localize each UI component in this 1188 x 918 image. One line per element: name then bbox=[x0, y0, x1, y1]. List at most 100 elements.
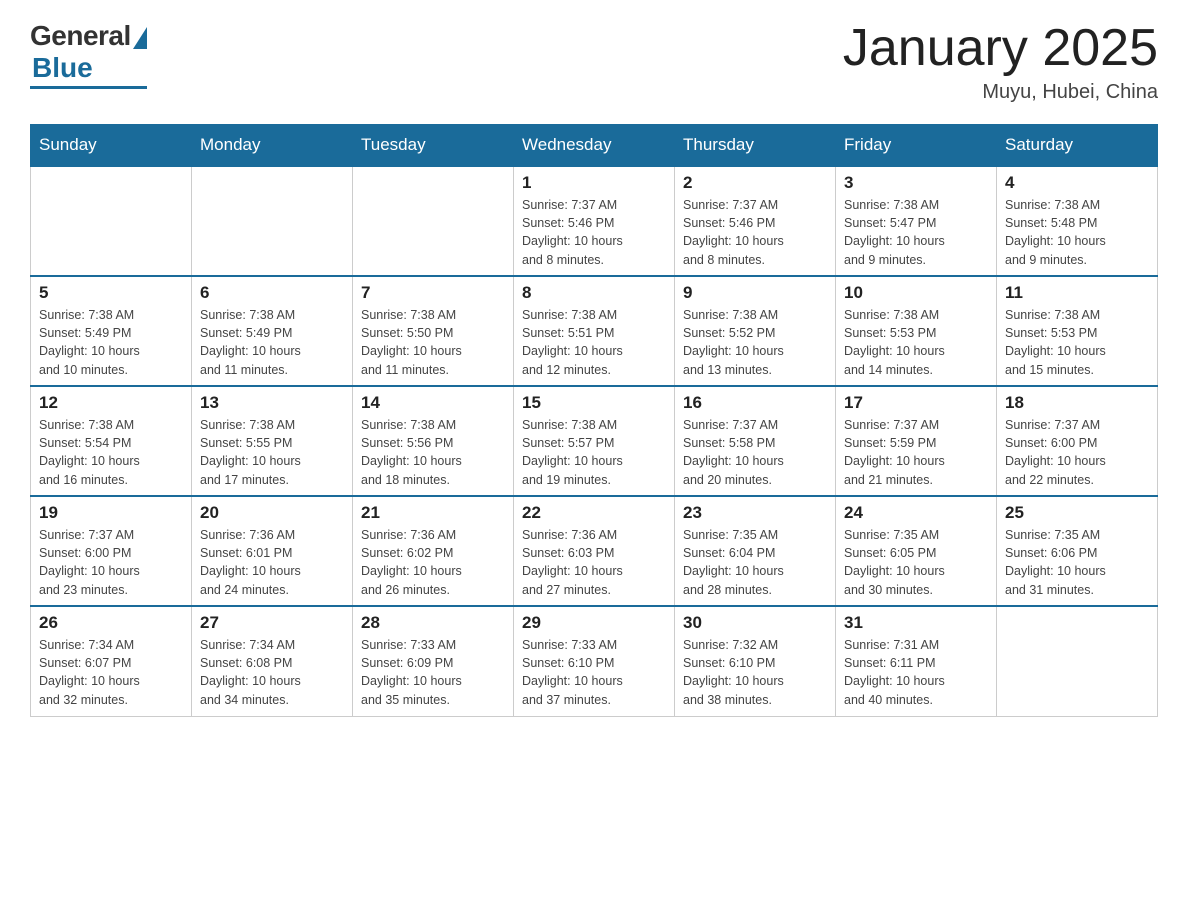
day-number: 2 bbox=[683, 173, 827, 193]
logo-blue-text: Blue bbox=[32, 52, 93, 84]
day-info: Sunrise: 7:38 AM Sunset: 5:51 PM Dayligh… bbox=[522, 306, 666, 379]
calendar-cell: 14Sunrise: 7:38 AM Sunset: 5:56 PM Dayli… bbox=[353, 386, 514, 496]
weekday-header: Wednesday bbox=[514, 125, 675, 167]
day-info: Sunrise: 7:34 AM Sunset: 6:08 PM Dayligh… bbox=[200, 636, 344, 709]
calendar-cell: 17Sunrise: 7:37 AM Sunset: 5:59 PM Dayli… bbox=[836, 386, 997, 496]
day-number: 31 bbox=[844, 613, 988, 633]
day-number: 15 bbox=[522, 393, 666, 413]
weekday-header: Monday bbox=[192, 125, 353, 167]
day-info: Sunrise: 7:31 AM Sunset: 6:11 PM Dayligh… bbox=[844, 636, 988, 709]
day-number: 4 bbox=[1005, 173, 1149, 193]
calendar-cell bbox=[353, 166, 514, 276]
day-number: 27 bbox=[200, 613, 344, 633]
calendar-cell: 18 Sunrise: 7:37 AM Sunset: 6:00 PM Dayli… bbox=[997, 386, 1158, 496]
day-number: 23 bbox=[683, 503, 827, 523]
month-title: January 2025 bbox=[843, 20, 1158, 77]
weekday-header: Sunday bbox=[31, 125, 192, 167]
day-number: 30 bbox=[683, 613, 827, 633]
calendar-cell: 5Sunrise: 7:38 AM Sunset: 5:49 PM Daylig… bbox=[31, 276, 192, 386]
calendar-row: 19 Sunrise: 7:37 AM Sunset: 6:00 PM Dayli… bbox=[31, 496, 1158, 606]
weekday-header: Friday bbox=[836, 125, 997, 167]
page-header: General Blue January 2025 Muyu, Hubei, C… bbox=[30, 20, 1158, 104]
calendar-cell: 30 Sunrise: 7:32 AM Sunset: 6:10 PM Dayli… bbox=[675, 606, 836, 716]
day-number: 7 bbox=[361, 283, 505, 303]
calendar-cell: 31 Sunrise: 7:31 AM Sunset: 6:11 PM Dayli… bbox=[836, 606, 997, 716]
day-number: 6 bbox=[200, 283, 344, 303]
day-info: Sunrise: 7:35 AM Sunset: 6:06 PM Dayligh… bbox=[1005, 526, 1149, 599]
calendar-cell: 23 Sunrise: 7:35 AM Sunset: 6:04 PM Dayli… bbox=[675, 496, 836, 606]
day-info: Sunrise: 7:37 AM Sunset: 5:58 PM Dayligh… bbox=[683, 416, 827, 489]
calendar-cell: 3 Sunrise: 7:38 AM Sunset: 5:47 PM Daylig… bbox=[836, 166, 997, 276]
calendar-cell: 11Sunrise: 7:38 AM Sunset: 5:53 PM Dayli… bbox=[997, 276, 1158, 386]
day-number: 22 bbox=[522, 503, 666, 523]
day-info: Sunrise: 7:36 AM Sunset: 6:02 PM Dayligh… bbox=[361, 526, 505, 599]
day-info: Sunrise: 7:38 AM Sunset: 5:50 PM Dayligh… bbox=[361, 306, 505, 379]
calendar-cell: 12 Sunrise: 7:38 AM Sunset: 5:54 PM Dayli… bbox=[31, 386, 192, 496]
calendar-cell bbox=[31, 166, 192, 276]
calendar-cell: 27 Sunrise: 7:34 AM Sunset: 6:08 PM Dayli… bbox=[192, 606, 353, 716]
day-number: 13 bbox=[200, 393, 344, 413]
day-info: Sunrise: 7:32 AM Sunset: 6:10 PM Dayligh… bbox=[683, 636, 827, 709]
calendar-cell: 24Sunrise: 7:35 AM Sunset: 6:05 PM Dayli… bbox=[836, 496, 997, 606]
day-number: 3 bbox=[844, 173, 988, 193]
day-number: 10 bbox=[844, 283, 988, 303]
day-info: Sunrise: 7:33 AM Sunset: 6:09 PM Dayligh… bbox=[361, 636, 505, 709]
day-info: Sunrise: 7:38 AM Sunset: 5:49 PM Dayligh… bbox=[200, 306, 344, 379]
calendar-cell: 4 Sunrise: 7:38 AM Sunset: 5:48 PM Daylig… bbox=[997, 166, 1158, 276]
day-info: Sunrise: 7:36 AM Sunset: 6:03 PM Dayligh… bbox=[522, 526, 666, 599]
location-text: Muyu, Hubei, China bbox=[843, 81, 1158, 104]
day-info: Sunrise: 7:35 AM Sunset: 6:05 PM Dayligh… bbox=[844, 526, 988, 599]
calendar-cell: 2Sunrise: 7:37 AM Sunset: 5:46 PM Daylig… bbox=[675, 166, 836, 276]
calendar-cell: 16 Sunrise: 7:37 AM Sunset: 5:58 PM Dayli… bbox=[675, 386, 836, 496]
day-info: Sunrise: 7:37 AM Sunset: 6:00 PM Dayligh… bbox=[1005, 416, 1149, 489]
weekday-header: Saturday bbox=[997, 125, 1158, 167]
day-number: 17 bbox=[844, 393, 988, 413]
calendar-row: 5Sunrise: 7:38 AM Sunset: 5:49 PM Daylig… bbox=[31, 276, 1158, 386]
calendar-cell: 7 Sunrise: 7:38 AM Sunset: 5:50 PM Daylig… bbox=[353, 276, 514, 386]
day-number: 29 bbox=[522, 613, 666, 633]
calendar-cell: 22 Sunrise: 7:36 AM Sunset: 6:03 PM Dayli… bbox=[514, 496, 675, 606]
day-info: Sunrise: 7:38 AM Sunset: 5:57 PM Dayligh… bbox=[522, 416, 666, 489]
calendar-cell: 10 Sunrise: 7:38 AM Sunset: 5:53 PM Dayli… bbox=[836, 276, 997, 386]
calendar-cell bbox=[997, 606, 1158, 716]
calendar-cell: 29 Sunrise: 7:33 AM Sunset: 6:10 PM Dayli… bbox=[514, 606, 675, 716]
day-number: 1 bbox=[522, 173, 666, 193]
day-number: 19 bbox=[39, 503, 183, 523]
day-info: Sunrise: 7:38 AM Sunset: 5:48 PM Dayligh… bbox=[1005, 196, 1149, 269]
logo-general-text: General bbox=[30, 20, 131, 52]
day-number: 16 bbox=[683, 393, 827, 413]
day-info: Sunrise: 7:35 AM Sunset: 6:04 PM Dayligh… bbox=[683, 526, 827, 599]
calendar-row: 12 Sunrise: 7:38 AM Sunset: 5:54 PM Dayli… bbox=[31, 386, 1158, 496]
day-number: 14 bbox=[361, 393, 505, 413]
calendar-cell: 15 Sunrise: 7:38 AM Sunset: 5:57 PM Dayli… bbox=[514, 386, 675, 496]
day-info: Sunrise: 7:38 AM Sunset: 5:47 PM Dayligh… bbox=[844, 196, 988, 269]
calendar-cell: 19 Sunrise: 7:37 AM Sunset: 6:00 PM Dayli… bbox=[31, 496, 192, 606]
day-number: 21 bbox=[361, 503, 505, 523]
day-number: 20 bbox=[200, 503, 344, 523]
day-number: 26 bbox=[39, 613, 183, 633]
calendar-cell: 20 Sunrise: 7:36 AM Sunset: 6:01 PM Dayli… bbox=[192, 496, 353, 606]
calendar-table: SundayMondayTuesdayWednesdayThursdayFrid… bbox=[30, 124, 1158, 717]
day-info: Sunrise: 7:38 AM Sunset: 5:53 PM Dayligh… bbox=[844, 306, 988, 379]
day-info: Sunrise: 7:38 AM Sunset: 5:54 PM Dayligh… bbox=[39, 416, 183, 489]
day-info: Sunrise: 7:38 AM Sunset: 5:52 PM Dayligh… bbox=[683, 306, 827, 379]
logo-underline bbox=[30, 86, 147, 89]
day-info: Sunrise: 7:38 AM Sunset: 5:49 PM Dayligh… bbox=[39, 306, 183, 379]
day-info: Sunrise: 7:38 AM Sunset: 5:53 PM Dayligh… bbox=[1005, 306, 1149, 379]
calendar-cell: 6 Sunrise: 7:38 AM Sunset: 5:49 PM Daylig… bbox=[192, 276, 353, 386]
day-info: Sunrise: 7:36 AM Sunset: 6:01 PM Dayligh… bbox=[200, 526, 344, 599]
calendar-header: SundayMondayTuesdayWednesdayThursdayFrid… bbox=[31, 125, 1158, 167]
day-info: Sunrise: 7:37 AM Sunset: 6:00 PM Dayligh… bbox=[39, 526, 183, 599]
day-info: Sunrise: 7:33 AM Sunset: 6:10 PM Dayligh… bbox=[522, 636, 666, 709]
day-number: 12 bbox=[39, 393, 183, 413]
logo-triangle-icon bbox=[133, 27, 147, 49]
calendar-cell: 26 Sunrise: 7:34 AM Sunset: 6:07 PM Dayli… bbox=[31, 606, 192, 716]
day-number: 28 bbox=[361, 613, 505, 633]
logo: General Blue bbox=[30, 20, 147, 89]
weekday-header: Tuesday bbox=[353, 125, 514, 167]
day-number: 8 bbox=[522, 283, 666, 303]
day-info: Sunrise: 7:34 AM Sunset: 6:07 PM Dayligh… bbox=[39, 636, 183, 709]
calendar-row: 26 Sunrise: 7:34 AM Sunset: 6:07 PM Dayli… bbox=[31, 606, 1158, 716]
day-info: Sunrise: 7:38 AM Sunset: 5:55 PM Dayligh… bbox=[200, 416, 344, 489]
day-number: 18 bbox=[1005, 393, 1149, 413]
